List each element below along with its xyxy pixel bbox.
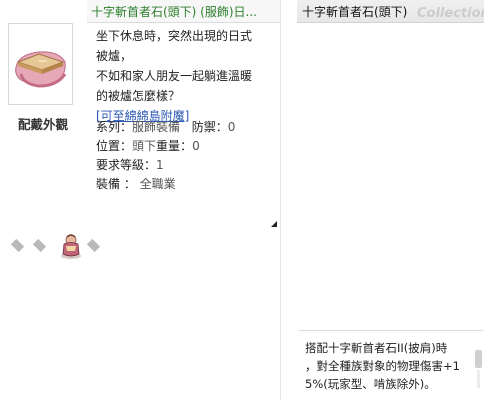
effect-scrollbar[interactable] [475,350,482,390]
effect-line: 5%(玩家型、啃族除外)。 [305,377,436,391]
stat-label: 防禦 [191,120,216,134]
diamond-icon [86,238,101,253]
stat-row-series-defense: 系列：服飾裝備 防禦：0 [96,120,236,134]
stat-label: 要求等級 [96,158,145,172]
description-line: 坐下休息時，突然出現的日式 [96,29,253,43]
character-sprite-icon [61,234,81,259]
stat-row-position-weight: 位置：頭下重量：0 [96,139,200,153]
set-effect-panel: 十字斬首者石(頭下) Collections 搭配十字斬首者石II(披肩)時 ，… [281,0,484,400]
stat-label: 裝備 [96,177,121,191]
kotatsu-icon [15,51,67,88]
stat-label: 系列 [96,120,121,134]
set-effect-description: 搭配十字斬首者石II(披肩)時 ，對全種族對象的物理傷害+1 5%(玩家型、啃族… [305,339,475,393]
stat-label: 重量 [156,139,181,153]
effect-line: 搭配十字斬首者石II(披肩)時 [305,341,448,355]
item-title-bar[interactable]: 十字斬首者石(頭下) (服飾)日... [87,0,280,23]
item-description: 坐下休息時，突然出現的日式 被爐， 不如和家人朋友一起躺進溫暖 的被爐怎麼樣？ … [96,26,276,126]
stat-value: 全職業 [139,177,176,191]
item-stats: 系列：服飾裝備 防禦：0 位置：頭下重量：0 要求等級：1 裝備 ： 全職業 [96,118,276,194]
wear-appearance-label[interactable]: 配戴外觀 [10,114,76,133]
diamond-icon [32,238,47,253]
stat-row-equip: 裝備 ： 全職業 [96,177,176,191]
stat-value: 服飾裝備 [132,120,181,134]
item-title: 十字斬首者石(頭下) (服飾)日... [91,5,257,19]
collections-watermark: Collections [417,6,484,21]
diamond-icon [10,238,25,253]
set-effect-header: 十字斬首者石(頭下) Collections [297,0,484,23]
stat-label: 位置 [96,139,121,153]
scrollbar-track[interactable] [477,370,480,388]
description-line: 不如和家人朋友一起躺進溫暖 [96,69,253,83]
item-info-window: 十字斬首者石(頭下) (服飾)日... 配戴外觀 坐下休息時，突然出現的日式 被… [0,0,280,400]
item-preview [8,23,73,105]
effect-divider [299,330,483,331]
description-line: 的被爐怎麼樣？ [96,89,181,103]
stat-value: 0 [227,120,236,134]
set-effect-title: 十字斬首者石(頭下) [302,5,408,19]
scrollbar-thumb[interactable] [475,350,482,368]
resize-corner-icon[interactable] [271,221,277,227]
stat-value: 頭下 [132,139,157,153]
effect-line: ，對全種族對象的物理傷害+1 [305,359,460,373]
character-preview-strip [8,232,108,260]
stat-value: 1 [156,158,164,172]
description-line: 被爐， [96,49,133,63]
stat-row-required-level: 要求等級：1 [96,158,164,172]
stat-value: 0 [192,139,200,153]
